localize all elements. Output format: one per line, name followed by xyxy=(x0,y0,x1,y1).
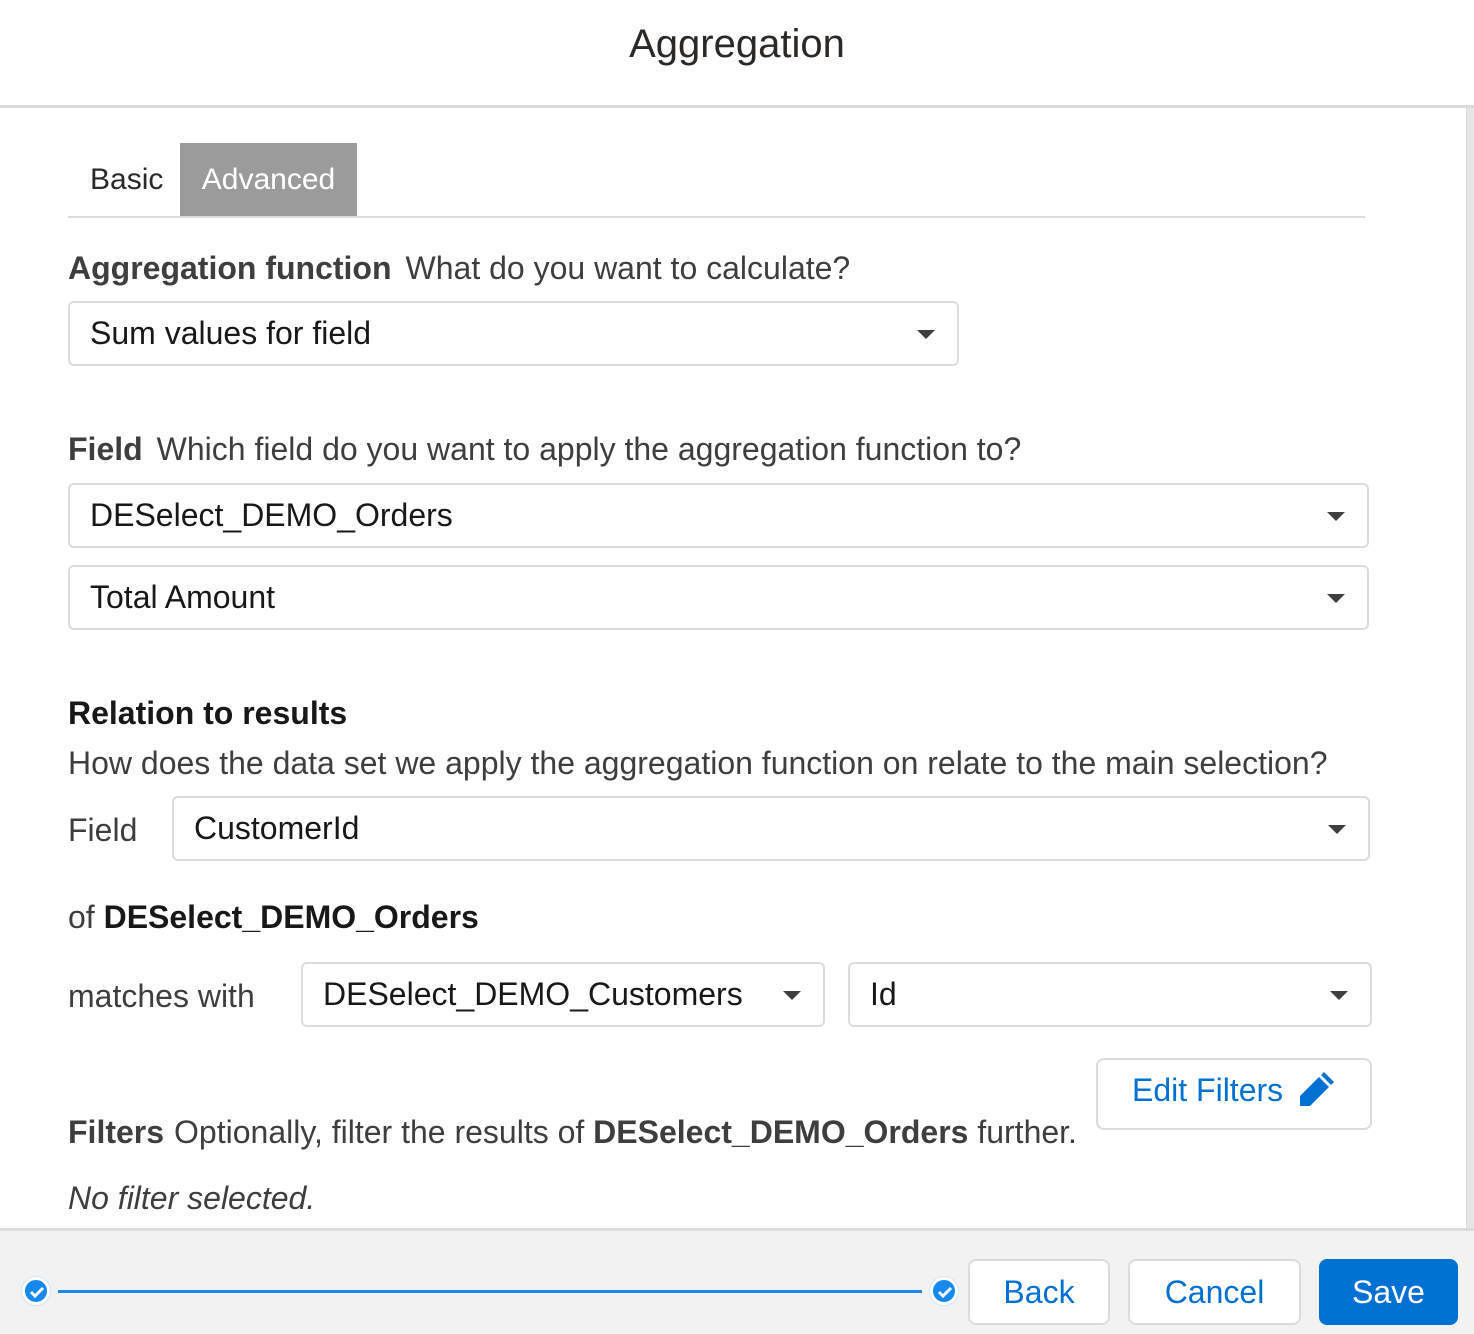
field-data-extension-select[interactable]: DESelect_DEMO_Orders xyxy=(68,483,1369,548)
field-name-value: Total Amount xyxy=(90,579,275,615)
chevron-down-icon xyxy=(1328,825,1346,834)
save-button[interactable]: Save xyxy=(1319,1259,1458,1325)
match-field-select[interactable]: Id xyxy=(848,962,1372,1027)
aggregation-function-help: What do you want to calculate? xyxy=(405,250,851,286)
aggregation-function-value: Sum values for field xyxy=(90,315,372,351)
relation-of-line: of DESelect_DEMO_Orders xyxy=(68,899,479,936)
relation-of-prefix: of xyxy=(68,899,95,935)
chevron-down-icon xyxy=(783,991,801,1000)
filters-help-suffix: further. xyxy=(977,1114,1077,1150)
relation-field-select[interactable]: CustomerId xyxy=(172,796,1370,861)
filters-help-prefix: Optionally, filter the results of xyxy=(174,1114,585,1150)
aggregation-function-label: Aggregation function xyxy=(68,250,392,286)
field-data-extension-value: DESelect_DEMO_Orders xyxy=(90,497,453,533)
match-field-value: Id xyxy=(870,976,897,1012)
step-complete-icon xyxy=(930,1277,958,1305)
tab-basic[interactable]: Basic xyxy=(68,143,185,216)
cancel-button[interactable]: Cancel xyxy=(1128,1259,1301,1325)
chevron-down-icon xyxy=(1327,594,1345,603)
field-label: Field xyxy=(68,431,143,467)
pencil-icon xyxy=(1300,1072,1334,1106)
progress-bar xyxy=(58,1290,922,1293)
tab-advanced[interactable]: Advanced xyxy=(180,143,357,216)
relation-of-name: DESelect_DEMO_Orders xyxy=(103,899,479,935)
back-button[interactable]: Back xyxy=(968,1259,1110,1325)
aggregation-function-select[interactable]: Sum values for field xyxy=(68,301,959,366)
filters-heading: Filters Optionally, filter the results of… xyxy=(68,1114,1077,1151)
matches-with-label: matches with xyxy=(68,978,255,1014)
match-data-extension-value: DESelect_DEMO_Customers xyxy=(323,976,743,1012)
aggregation-function-heading: Aggregation function What do you want to … xyxy=(68,250,850,287)
relation-field-label: Field xyxy=(68,812,138,848)
edit-filters-label: Edit Filters xyxy=(1132,1072,1284,1108)
chevron-down-icon xyxy=(1330,991,1348,1000)
field-heading: Field Which field do you want to apply th… xyxy=(68,431,1021,468)
filters-help-name: DESelect_DEMO_Orders xyxy=(593,1114,969,1150)
edit-filters-button[interactable]: Edit Filters xyxy=(1096,1058,1372,1130)
step-complete-icon xyxy=(22,1277,50,1305)
relation-field-value: CustomerId xyxy=(194,810,360,846)
match-data-extension-select[interactable]: DESelect_DEMO_Customers xyxy=(301,962,825,1027)
modal-footer: Back Cancel Save xyxy=(0,1228,1474,1334)
relation-help: How does the data set we apply the aggre… xyxy=(68,745,1328,781)
field-help: Which field do you want to apply the agg… xyxy=(156,431,1022,467)
chevron-down-icon xyxy=(1327,512,1345,521)
modal-title: Aggregation xyxy=(629,22,845,66)
filters-status: No filter selected. xyxy=(68,1180,316,1216)
tab-bar: Basic Advanced xyxy=(68,143,1365,218)
chevron-down-icon xyxy=(917,330,935,339)
scrollbar[interactable] xyxy=(1466,108,1474,1228)
modal-header: Aggregation xyxy=(0,0,1474,108)
field-name-select[interactable]: Total Amount xyxy=(68,565,1369,630)
filters-label: Filters xyxy=(68,1114,165,1150)
relation-title: Relation to results xyxy=(68,695,348,731)
